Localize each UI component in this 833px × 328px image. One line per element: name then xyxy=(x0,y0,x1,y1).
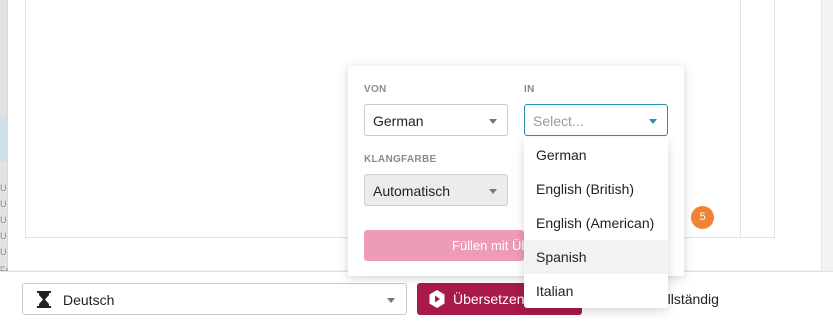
chevron-down-icon xyxy=(649,119,657,124)
fill-button[interactable]: Füllen mit Üb xyxy=(364,230,524,261)
voice-value: Automatisch xyxy=(373,183,451,199)
voice-select[interactable]: Automatisch xyxy=(364,174,508,206)
dropdown-option-english-american[interactable]: English (American) xyxy=(524,206,668,240)
sidebar-text-fragment: U xyxy=(0,216,7,224)
dropdown-option-english-british[interactable]: English (British) xyxy=(524,172,668,206)
target-language-dropdown: German English (British) English (Americ… xyxy=(524,138,668,308)
translate-logo-icon xyxy=(429,290,445,308)
editor-divider xyxy=(740,0,741,237)
chevron-down-icon xyxy=(387,298,395,303)
notification-badge[interactable]: 5 xyxy=(691,206,714,229)
source-language-select[interactable]: German xyxy=(364,104,508,136)
dropdown-option-italian[interactable]: Italian xyxy=(524,274,668,308)
dropdown-option-german[interactable]: German xyxy=(524,138,668,172)
sidebar-selected-highlight xyxy=(0,116,8,162)
hourglass-icon xyxy=(37,291,51,308)
chevron-down-icon xyxy=(489,119,497,124)
source-language-value: German xyxy=(373,113,424,129)
sidebar-text-fragment: U xyxy=(0,248,7,256)
target-language-label: IN xyxy=(524,84,535,95)
dropdown-option-spanish[interactable]: Spanish xyxy=(524,240,668,274)
sidebar-text-fragment: U xyxy=(0,232,7,240)
fill-button-label: Füllen mit Üb xyxy=(452,238,524,253)
target-language-placeholder: Select... xyxy=(533,113,584,129)
language-select[interactable]: Deutsch xyxy=(22,283,407,315)
voice-label: KLANGFARBE xyxy=(364,154,437,165)
chevron-down-icon xyxy=(489,189,497,194)
sidebar-text-fragment: U xyxy=(0,200,7,208)
source-language-label: VON xyxy=(364,84,387,95)
target-language-select[interactable]: Select... xyxy=(524,104,668,136)
language-select-value: Deutsch xyxy=(63,292,115,308)
sidebar-text-fragment: U xyxy=(0,184,7,192)
